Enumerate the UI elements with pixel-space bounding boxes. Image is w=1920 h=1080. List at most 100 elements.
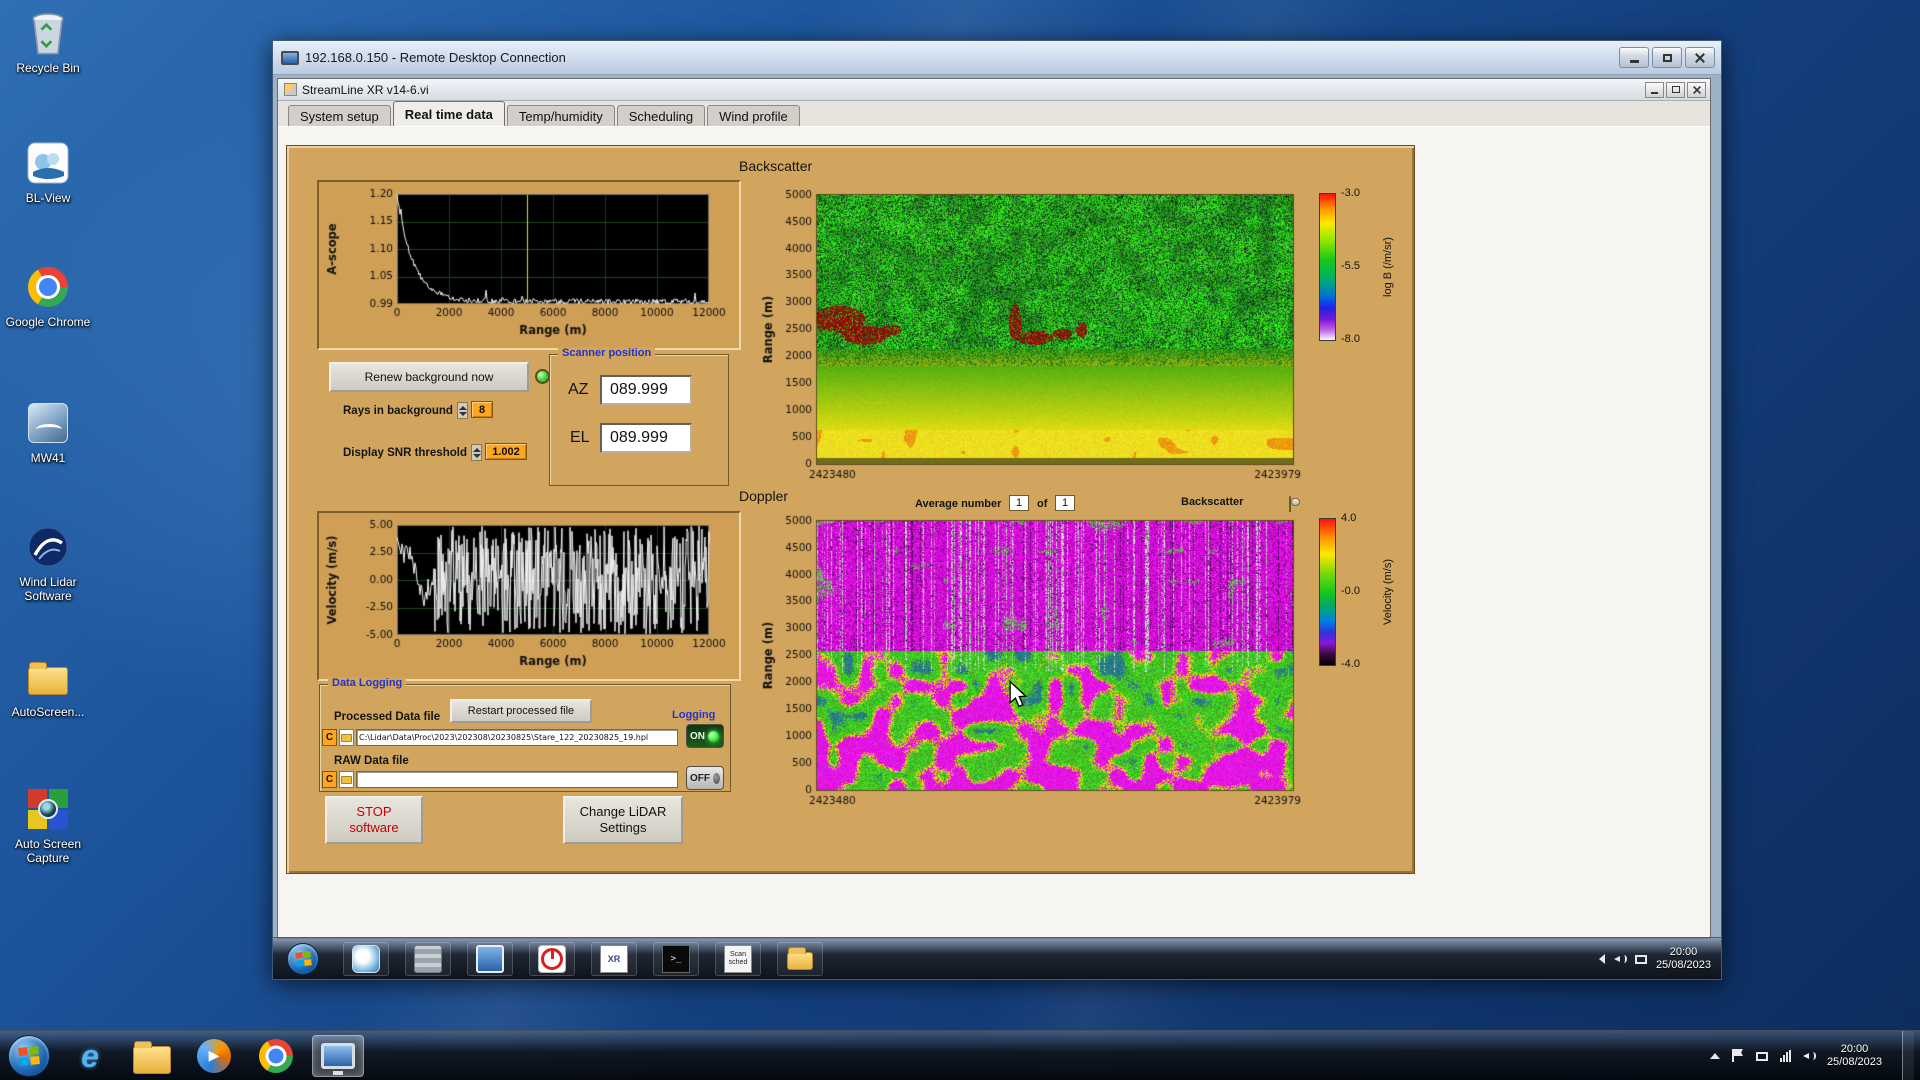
- app-window: StreamLine XR v14-6.vi System setup Real…: [277, 78, 1711, 939]
- app-minimize-button[interactable]: [1645, 81, 1664, 98]
- remote-taskbar-display-button[interactable]: [467, 941, 513, 976]
- el-input[interactable]: [600, 423, 692, 453]
- minimize-button[interactable]: [1619, 47, 1649, 68]
- decrement-icon: [458, 411, 467, 416]
- change-lidar-settings-button[interactable]: Change LiDAR Settings: [563, 796, 683, 844]
- remote-taskbar-folder-button[interactable]: [777, 941, 823, 976]
- app-restore-button[interactable]: [1666, 81, 1685, 98]
- remote-taskbar-keyboard-button[interactable]: [405, 941, 451, 976]
- average-number-value[interactable]: 1: [1009, 495, 1029, 511]
- velocity-plot: [317, 511, 741, 681]
- close-button[interactable]: [1685, 47, 1715, 68]
- wind-lidar-icon: [25, 524, 71, 570]
- host-clock-date: 25/08/2023: [1826, 1055, 1882, 1068]
- start-button[interactable]: [8, 1034, 50, 1077]
- raw-browse-folder-icon[interactable]: [339, 771, 354, 788]
- network-tray-icon[interactable]: [1779, 1049, 1791, 1062]
- snr-spinner[interactable]: [471, 444, 482, 461]
- processed-logging-toggle[interactable]: ON: [686, 724, 724, 748]
- tab-system-setup[interactable]: System setup: [288, 105, 391, 126]
- taskbar-media-player-button[interactable]: ▶: [188, 1035, 240, 1077]
- tab-scheduling[interactable]: Scheduling: [616, 105, 706, 126]
- taskbar-explorer-button[interactable]: [126, 1035, 178, 1077]
- a-scope-plot: [317, 180, 741, 350]
- folder-icon: [133, 1040, 171, 1074]
- desktop: Recycle Bin BL-View Google Chrome MW41 W…: [0, 0, 1920, 1080]
- volume-tray-icon[interactable]: [1802, 1050, 1816, 1062]
- rays-spinner[interactable]: [457, 402, 468, 419]
- tray-expand-icon[interactable]: [1598, 953, 1605, 964]
- taskbar-rdp-button-active[interactable]: [312, 1034, 364, 1077]
- remote-taskbar-blview-button[interactable]: [343, 941, 389, 976]
- power-icon: [538, 944, 566, 973]
- action-center-flag-icon[interactable]: [1731, 1049, 1744, 1062]
- remote-desktop: StreamLine XR v14-6.vi System setup Real…: [273, 75, 1721, 979]
- remote-clock-date: 25/08/2023: [1655, 958, 1711, 971]
- raw-drive-box[interactable]: C: [322, 771, 337, 788]
- chrome-icon: [259, 1038, 293, 1073]
- gray-led-icon: [713, 772, 720, 784]
- host-taskbar: e ▶ 20:00 25/08/2023: [0, 1030, 1920, 1080]
- desktop-icon-recycle-bin[interactable]: Recycle Bin: [2, 10, 94, 75]
- rays-value[interactable]: 8: [471, 401, 493, 418]
- desktop-icon-label: Auto Screen Capture: [14, 837, 82, 865]
- processed-file-path[interactable]: [356, 729, 678, 746]
- volume-icon[interactable]: [1613, 953, 1627, 965]
- desktop-icon-mw41[interactable]: MW41: [2, 400, 94, 465]
- average-total-value[interactable]: 1: [1055, 495, 1075, 511]
- app-close-button[interactable]: [1687, 81, 1706, 98]
- tab-temp-humidity[interactable]: Temp/humidity: [506, 105, 615, 126]
- network-icon[interactable]: [1634, 954, 1647, 964]
- host-clock[interactable]: 20:00 25/08/2023: [1827, 1043, 1882, 1069]
- renew-background-button[interactable]: Renew background now: [329, 362, 529, 392]
- desktop-icon-auto-screen-capture[interactable]: Auto Screen Capture: [2, 786, 94, 865]
- snr-value[interactable]: 1.002: [485, 443, 527, 460]
- desktop-icon-label: Google Chrome: [5, 315, 91, 329]
- raw-logging-toggle[interactable]: OFF: [686, 766, 724, 790]
- desktop-icon-bl-view[interactable]: BL-View: [2, 140, 94, 205]
- rdp-window: 192.168.0.150 - Remote Desktop Connectio…: [272, 40, 1722, 980]
- processed-drive-box[interactable]: C: [322, 729, 337, 746]
- restart-processed-file-button[interactable]: Restart processed file: [450, 699, 592, 723]
- tab-wind-profile[interactable]: Wind profile: [707, 105, 800, 126]
- processed-browse-folder-icon[interactable]: [339, 729, 354, 746]
- desktop-icon-label: Recycle Bin: [16, 61, 80, 75]
- tray-show-hidden-icons[interactable]: [1709, 1052, 1720, 1059]
- desktop-icon-autoscreen-folder[interactable]: AutoScreen...: [2, 654, 94, 719]
- remote-taskbar-power-button[interactable]: [529, 941, 575, 976]
- remote-clock[interactable]: 20:00 25/08/2023: [1656, 946, 1711, 972]
- backscatter-heatmap: [755, 186, 1315, 494]
- remote-taskbar: XR >_ Scan sched 20:00 25/08/2023: [273, 937, 1721, 979]
- remote-taskbar-scan-sched-button[interactable]: Scan sched: [715, 941, 761, 976]
- data-logging-group: Data Logging Processed Data file Restart…: [319, 677, 731, 792]
- remote-start-button[interactable]: [287, 942, 319, 975]
- windows-flag-icon: [294, 950, 312, 967]
- close-icon: [1695, 53, 1705, 63]
- remote-taskbar-cmd-button[interactable]: >_: [653, 941, 699, 976]
- app-titlebar[interactable]: StreamLine XR v14-6.vi: [278, 79, 1710, 101]
- desktop-icon-wind-lidar[interactable]: Wind Lidar Software: [2, 524, 94, 603]
- tab-real-time-data[interactable]: Real time data: [392, 101, 505, 126]
- raw-data-file-label: RAW Data file: [334, 755, 409, 767]
- restore-icon: [1671, 86, 1680, 93]
- app-window-title: StreamLine XR v14-6.vi: [302, 82, 429, 97]
- az-input[interactable]: [600, 375, 692, 405]
- colorbar-tick: -5.5: [1341, 260, 1360, 272]
- rdp-titlebar[interactable]: 192.168.0.150 - Remote Desktop Connectio…: [273, 41, 1721, 75]
- maximize-button[interactable]: [1652, 47, 1682, 68]
- increment-icon: [458, 405, 467, 410]
- display-tray-icon[interactable]: [1755, 1051, 1768, 1061]
- taskbar-chrome-button[interactable]: [250, 1035, 302, 1077]
- raw-file-path[interactable]: [356, 771, 678, 788]
- taskbar-ie-button[interactable]: e: [64, 1035, 116, 1077]
- average-of-label: of: [1037, 498, 1048, 510]
- stop-software-button[interactable]: STOP software: [325, 796, 423, 844]
- doppler-section-label: Doppler: [739, 488, 789, 504]
- show-desktop-button[interactable]: [1902, 1030, 1914, 1080]
- off-label: OFF: [690, 772, 710, 784]
- toggle-knob-icon: [1291, 498, 1300, 506]
- stop-label-line1: STOP: [356, 804, 392, 819]
- desktop-icon-google-chrome[interactable]: Google Chrome: [2, 264, 94, 329]
- desktop-icon-label: MW41: [30, 451, 66, 465]
- remote-taskbar-xr-button[interactable]: XR: [591, 941, 637, 976]
